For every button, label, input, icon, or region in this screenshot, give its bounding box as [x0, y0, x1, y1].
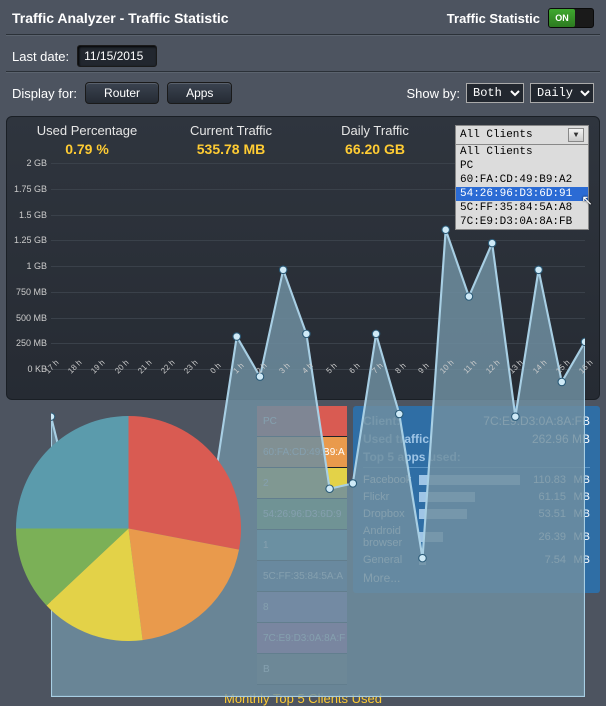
daily-traffic-value: 66.20 GB	[303, 141, 447, 157]
clients-pie-chart	[6, 406, 251, 656]
traffic-chart-panel: Used Percentage 0.79 % Current Traffic 5…	[6, 116, 600, 400]
client-dropdown-selected: All Clients	[460, 129, 533, 141]
used-percentage-value: 0.79 %	[15, 141, 159, 157]
header-right-label: Traffic Statistic	[447, 11, 540, 26]
show-by-label: Show by:	[407, 86, 460, 101]
client-dropdown[interactable]: All Clients ▼ All ClientsPC60:FA:CD:49:B…	[455, 125, 589, 230]
y-tick-label: 1 GB	[13, 261, 47, 271]
show-by-direction-select[interactable]: Both	[466, 83, 524, 103]
traffic-statistic-toggle[interactable]: ON	[548, 8, 594, 28]
last-date-label: Last date:	[12, 49, 69, 64]
y-tick-label: 1.25 GB	[13, 235, 47, 245]
y-tick-label: 0 KB	[13, 364, 47, 374]
apps-button[interactable]: Apps	[167, 82, 232, 104]
client-dropdown-head[interactable]: All Clients ▼	[455, 125, 589, 145]
current-traffic-value: 535.78 MB	[159, 141, 303, 157]
last-date-input[interactable]	[77, 45, 157, 67]
current-traffic-label: Current Traffic	[159, 123, 303, 138]
page-title: Traffic Analyzer - Traffic Statistic	[12, 10, 229, 26]
y-tick-label: 1.75 GB	[13, 184, 47, 194]
display-for-label: Display for:	[12, 86, 77, 101]
client-dropdown-list[interactable]: All ClientsPC60:FA:CD:49:B9:A254:26:96:D…	[455, 145, 589, 230]
toggle-on-label: ON	[549, 9, 575, 27]
y-tick-label: 500 MB	[13, 313, 47, 323]
used-percentage-label: Used Percentage	[15, 123, 159, 138]
client-dropdown-option[interactable]: 7C:E9:D3:0A:8A:FB	[456, 215, 588, 229]
show-by-period-select[interactable]: Daily	[530, 83, 594, 103]
y-tick-label: 250 MB	[13, 338, 47, 348]
client-dropdown-option[interactable]: 54:26:96:D3:6D:91	[456, 187, 588, 201]
y-tick-label: 1.5 GB	[13, 210, 47, 220]
client-dropdown-option[interactable]: 60:FA:CD:49:B9:A2	[456, 173, 588, 187]
client-dropdown-option[interactable]: PC	[456, 159, 588, 173]
daily-traffic-label: Daily Traffic	[303, 123, 447, 138]
client-dropdown-option[interactable]: 5C:FF:35:84:5A:A8	[456, 201, 588, 215]
chevron-down-icon[interactable]: ▼	[568, 128, 584, 142]
y-tick-label: 750 MB	[13, 287, 47, 297]
router-button[interactable]: Router	[85, 82, 159, 104]
client-dropdown-option[interactable]: All Clients	[456, 145, 588, 159]
y-tick-label: 2 GB	[13, 158, 47, 168]
